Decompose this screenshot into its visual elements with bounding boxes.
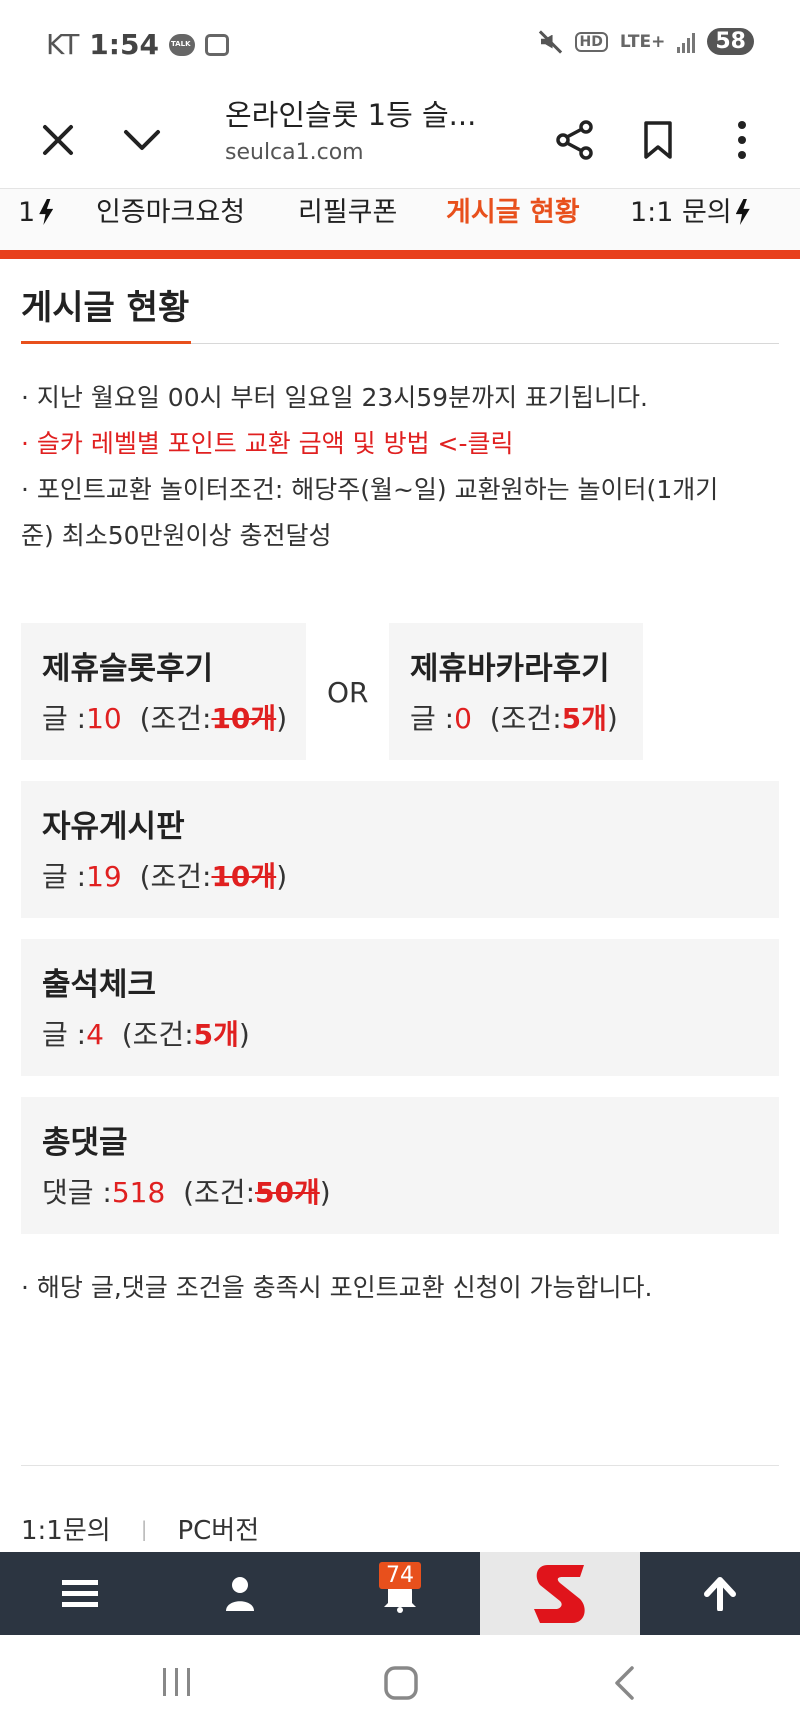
battery-indicator: 58	[707, 28, 754, 55]
notification-badge: 74	[379, 1562, 421, 1589]
mute-icon	[537, 29, 563, 55]
card-title: 자유게시판	[42, 809, 185, 845]
card-free-board: 자유게시판 글 :19 (조건:10개)	[21, 781, 779, 918]
card-title: 제휴바카라후기	[410, 651, 610, 687]
lightning-icon	[39, 199, 54, 225]
footer-divider	[21, 1465, 779, 1466]
card-value: 글 :0 (조건:5개)	[410, 702, 618, 735]
recent-apps-icon[interactable]	[160, 1665, 194, 1703]
bookmark-icon[interactable]	[630, 112, 686, 168]
card-value: 댓글 :518 (조건:50개)	[42, 1176, 331, 1209]
accent-bar	[0, 250, 800, 259]
card-slot-review: 제휴슬롯후기 글 :10 (조건:10개)	[21, 623, 306, 760]
tab-refill-coupon[interactable]: 리필쿠폰	[298, 189, 397, 250]
card-value: 글 :10 (조건:10개)	[42, 702, 288, 735]
status-left: KT 1:54	[46, 28, 229, 61]
status-bar: KT 1:54 HD LTE+ 58	[0, 0, 800, 92]
section-title: 게시글 현황	[21, 288, 190, 328]
card-total-comments: 총댓글 댓글 :518 (조건:50개)	[21, 1097, 779, 1234]
gallery-icon	[204, 33, 229, 56]
tab-cert-mark[interactable]: 인증마크요청	[96, 189, 245, 250]
tab-post-status[interactable]: 게시글 현황	[446, 189, 580, 250]
card-baccarat-review: 제휴바카라후기 글 :0 (조건:5개)	[389, 623, 643, 760]
nav-tabs: 1 인증마크요청 리필쿠폰 게시글 현황 1:1 문의	[0, 188, 800, 250]
card-title: 총댓글	[42, 1125, 128, 1161]
clock: 1:54	[89, 28, 159, 61]
notice-level-link[interactable]: · 슬카 레벨별 포인트 교환 금액 및 방법 <-클릭	[21, 421, 781, 467]
card-title: 제휴슬롯후기	[42, 651, 214, 687]
user-icon[interactable]	[200, 1552, 280, 1635]
carrier-label: KT	[46, 28, 80, 61]
signal-icon	[677, 31, 696, 53]
footer-links: 1:1문의 | PC버전	[21, 1510, 259, 1547]
notice-condition-2: 준) 최소50만원이상 충전달성	[21, 521, 332, 550]
tab-partial[interactable]: 1	[18, 189, 54, 250]
card-value: 글 :19 (조건:10개)	[42, 860, 288, 893]
section-underline	[21, 341, 191, 344]
hd-icon: HD	[574, 31, 608, 52]
notice-period: · 지난 월요일 00시 부터 일요일 23시59분까지 표기됩니다.	[21, 383, 648, 412]
footer-inquiry-link[interactable]: 1:1문의	[21, 1510, 111, 1547]
arrow-up-icon[interactable]	[680, 1552, 760, 1635]
footer-separator: |	[140, 1516, 148, 1541]
lightning-icon	[735, 199, 750, 225]
share-icon[interactable]	[547, 112, 603, 168]
chevron-down-icon[interactable]	[114, 112, 170, 168]
more-icon[interactable]	[714, 112, 770, 168]
notice-condition-1: · 포인트교환 놀이터조건: 해당주(월~일) 교환원하는 놀이터(1개기	[21, 475, 719, 504]
home-icon[interactable]	[383, 1665, 419, 1705]
page-title: 온라인슬롯 1등 슬...	[225, 98, 477, 132]
network-label: LTE+	[619, 31, 666, 52]
or-label: OR	[327, 676, 369, 709]
site-logo[interactable]	[480, 1552, 640, 1635]
notice-bottom: · 해당 글,댓글 조건을 충족시 포인트교환 신청이 가능합니다.	[21, 1273, 653, 1302]
footer-pc-link[interactable]: PC버전	[177, 1510, 259, 1547]
talk-icon	[168, 33, 195, 56]
tab-inquiry[interactable]: 1:1 문의	[630, 189, 750, 250]
card-value: 글 :4 (조건:5개)	[42, 1018, 250, 1051]
card-title: 출석체크	[42, 967, 157, 1003]
status-right: HD LTE+ 58	[537, 28, 754, 55]
close-icon[interactable]	[30, 112, 86, 168]
back-icon[interactable]	[612, 1665, 636, 1705]
bottom-app-bar: 74	[0, 1552, 800, 1635]
system-nav-bar	[0, 1635, 800, 1734]
menu-icon[interactable]	[40, 1552, 120, 1635]
card-attendance: 출석체크 글 :4 (조건:5개)	[21, 939, 779, 1076]
page-url: seulca1.com	[225, 140, 364, 165]
